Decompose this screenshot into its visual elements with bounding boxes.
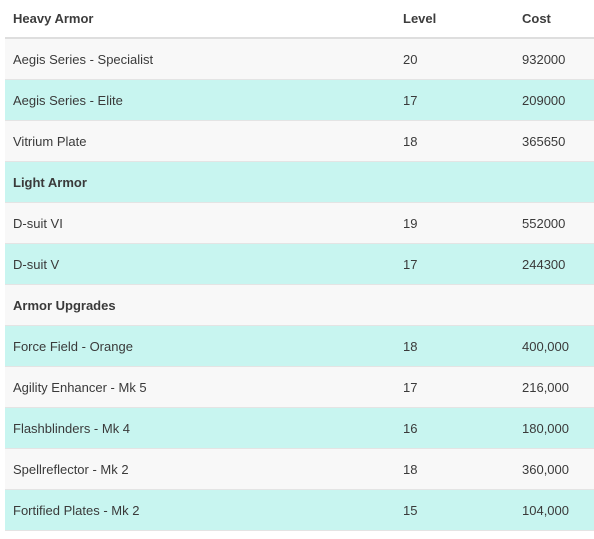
cell-name: Spellreflector - Mk 2	[5, 448, 395, 490]
cell-cost: 104,000	[514, 489, 594, 531]
cell-level	[395, 284, 514, 326]
cell-level: 20	[395, 38, 514, 80]
cell-level: 15	[395, 489, 514, 531]
header-cost: Cost	[514, 0, 594, 39]
cell-name: Fortified Plates - Mk 2	[5, 489, 395, 531]
table-row: Spellreflector - Mk 2 18 360,000	[5, 448, 594, 490]
cell-cost: 216,000	[514, 366, 594, 408]
cell-cost: 180,000	[514, 407, 594, 449]
cell-name: Force Field - Orange	[5, 325, 395, 367]
header-name: Heavy Armor	[5, 0, 395, 39]
cell-level: 19	[395, 202, 514, 244]
table-row: Flashblinders - Mk 4 16 180,000	[5, 407, 594, 449]
cell-name: Vitrium Plate	[5, 120, 395, 162]
cell-cost: 552000	[514, 202, 594, 244]
armor-table-container: Heavy Armor Level Cost Aegis Series - Sp…	[0, 0, 594, 531]
cell-name: Flashblinders - Mk 4	[5, 407, 395, 449]
cell-level: 17	[395, 243, 514, 285]
table-header: Heavy Armor Level Cost	[5, 0, 594, 39]
cell-level: 17	[395, 366, 514, 408]
cell-cost	[514, 284, 594, 326]
section-row-armor-upgrades: Armor Upgrades	[5, 284, 594, 326]
armor-table: Heavy Armor Level Cost Aegis Series - Sp…	[5, 0, 594, 531]
cell-cost	[514, 161, 594, 203]
header-level: Level	[395, 0, 514, 39]
cell-level: 17	[395, 79, 514, 121]
cell-cost: 360,000	[514, 448, 594, 490]
cell-cost: 209000	[514, 79, 594, 121]
cell-name: Agility Enhancer - Mk 5	[5, 366, 395, 408]
section-title: Armor Upgrades	[5, 284, 395, 326]
cell-level: 18	[395, 120, 514, 162]
section-title: Light Armor	[5, 161, 395, 203]
header-row: Heavy Armor Level Cost	[5, 0, 594, 39]
cell-name: Aegis Series - Specialist	[5, 38, 395, 80]
cell-name: D-suit VI	[5, 202, 395, 244]
table-body: Aegis Series - Specialist 20 932000 Aegi…	[5, 38, 594, 531]
cell-cost: 365650	[514, 120, 594, 162]
cell-level: 16	[395, 407, 514, 449]
table-row: Aegis Series - Specialist 20 932000	[5, 38, 594, 80]
table-row: Force Field - Orange 18 400,000	[5, 325, 594, 367]
table-row: D-suit V 17 244300	[5, 243, 594, 285]
table-row: D-suit VI 19 552000	[5, 202, 594, 244]
cell-level: 18	[395, 325, 514, 367]
cell-cost: 400,000	[514, 325, 594, 367]
cell-level: 18	[395, 448, 514, 490]
cell-name: D-suit V	[5, 243, 395, 285]
table-row: Vitrium Plate 18 365650	[5, 120, 594, 162]
table-row: Aegis Series - Elite 17 209000	[5, 79, 594, 121]
table-row: Fortified Plates - Mk 2 15 104,000	[5, 489, 594, 531]
table-row: Agility Enhancer - Mk 5 17 216,000	[5, 366, 594, 408]
cell-name: Aegis Series - Elite	[5, 79, 395, 121]
cell-cost: 244300	[514, 243, 594, 285]
section-row-light-armor: Light Armor	[5, 161, 594, 203]
cell-level	[395, 161, 514, 203]
cell-cost: 932000	[514, 38, 594, 80]
